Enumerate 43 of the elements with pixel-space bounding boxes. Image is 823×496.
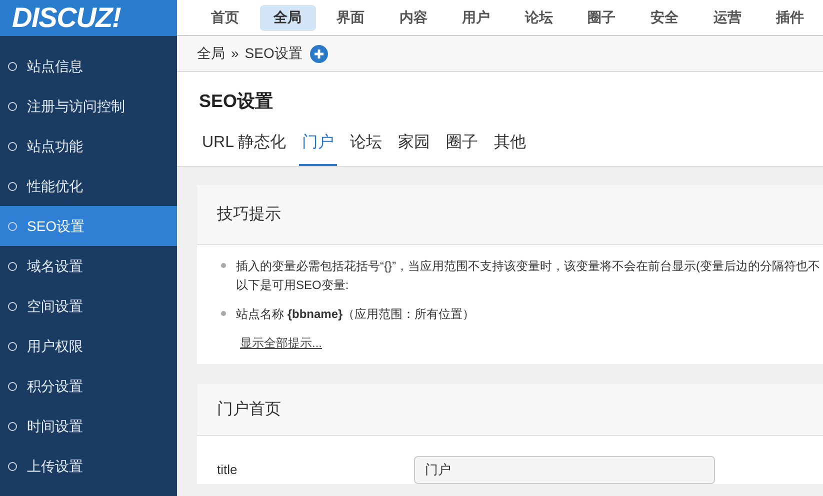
tip-text: 站点名称 {bbname}（应用范围：所有位置） (236, 306, 475, 323)
tip-text: 插入的变量必需包括花括号“{}”，当应用范围不支持该变量时，该变量将不会在前台显示(变量后边的分隔符也不 (236, 258, 820, 275)
add-icon[interactable] (310, 44, 328, 62)
tab[interactable]: 家园 (394, 122, 433, 166)
nav-tab[interactable]: 运营 (699, 4, 756, 30)
tab[interactable]: 圈子 (442, 122, 481, 166)
sidebar-item[interactable]: 性能优化 (0, 166, 177, 206)
sidebar-item[interactable]: 时间设置 (0, 406, 177, 446)
sidebar-item[interactable]: 域名设置 (0, 246, 177, 286)
bullet-icon (221, 311, 226, 316)
breadcrumb-link[interactable]: 全局 (197, 43, 225, 64)
nav-tab[interactable]: 用户 (448, 4, 504, 30)
breadcrumb-separator: » (231, 44, 239, 63)
input-field[interactable]: 门户 (414, 456, 715, 484)
show-all-link[interactable]: 显示全部提示... (240, 336, 322, 350)
logo: DISCUZ! (0, 0, 177, 36)
sidebar-item[interactable]: 注册与访问控制 (0, 86, 177, 126)
tab[interactable]: URL 静态化 (199, 122, 289, 166)
sidebar-item[interactable]: 站点功能 (0, 126, 177, 166)
bullet-icon (221, 263, 226, 268)
tip-text: 以下是可用SEO变量: (236, 277, 350, 294)
tab[interactable]: 其他 (490, 122, 529, 166)
nav-tab[interactable]: 首页 (197, 4, 253, 30)
nav-tab[interactable]: 论坛 (510, 4, 567, 30)
card-title: 技巧提示 (217, 204, 281, 224)
nav-tab[interactable]: 全局 (260, 4, 316, 30)
breadcrumb-current: SEO设置 (244, 44, 302, 63)
nav-tab[interactable]: 插件 (762, 4, 818, 30)
nav-tab[interactable]: 安全 (636, 4, 692, 30)
nav-tab[interactable]: 圈子 (574, 4, 630, 30)
card-title: 门户首页 (217, 400, 281, 420)
sidebar-item[interactable]: 用户权限 (0, 326, 177, 366)
nav-tab[interactable]: 界面 (322, 4, 378, 30)
sidebar-item[interactable]: 积分设置 (0, 366, 177, 406)
sidebar-item[interactable]: 上传设置 (0, 446, 177, 486)
sidebar-item[interactable]: 站点信息 (0, 46, 177, 86)
sidebar-item[interactable]: 空间设置 (0, 286, 177, 326)
tab[interactable]: 论坛 (346, 122, 385, 166)
nav-tab[interactable]: 内容 (385, 4, 442, 30)
sidebar-item[interactable]: SEO设置 (0, 206, 177, 246)
page-title: SEO设置 (199, 90, 274, 113)
tab[interactable]: 门户 (298, 122, 337, 166)
field-label: title (217, 461, 238, 480)
